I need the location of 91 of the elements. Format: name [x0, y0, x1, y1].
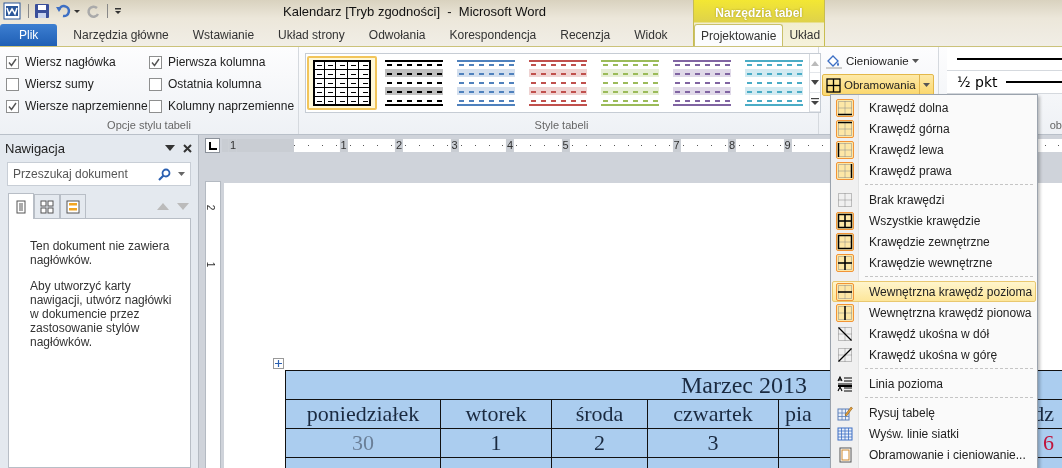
table-cell: czwartek: [647, 399, 779, 429]
table-cell: 30: [285, 428, 441, 458]
group-label: Style tabeli: [533, 119, 590, 133]
list-icon: [14, 199, 28, 214]
menu-item[interactable]: Krawędź dolna: [832, 97, 1036, 118]
table-cell: środa: [551, 399, 648, 429]
menu-item[interactable]: Krawędź ukośna w górę: [832, 344, 1036, 365]
menu-item[interactable]: Krawędzie zewnętrzne: [832, 231, 1036, 252]
ruler-number: 7: [672, 139, 681, 152]
search-icon[interactable]: [158, 168, 171, 181]
ruler-number: 1: [228, 139, 238, 152]
ribbon-tab[interactable]: Plik: [0, 24, 58, 46]
menu-item[interactable]: Obramowanie i cieniowanie...: [832, 444, 1036, 465]
group-label: Opcje stylu tabeli: [106, 119, 192, 133]
menu-item[interactable]: Krawędź prawa: [832, 160, 1036, 181]
tab-stop-icon: [208, 142, 217, 150]
menu-item[interactable]: Krawędź ukośna w dół: [832, 323, 1036, 344]
shading-button[interactable]: Cieniowanie: [822, 51, 922, 71]
ruler-number: 3: [450, 139, 459, 152]
search-field[interactable]: Przeszukaj dokument: [7, 162, 191, 186]
ruler-number: 1: [339, 139, 348, 152]
menu-item[interactable]: Wszystkie krawędzie: [832, 210, 1036, 231]
pane-title: Nawigacja: [5, 140, 65, 156]
table-cell: wtorek: [440, 399, 552, 429]
checkbox[interactable]: [6, 77, 19, 91]
ribbon-tab[interactable]: Narzędzia główne: [61, 24, 181, 46]
ruler-number: 9: [783, 139, 792, 152]
checkbox-label[interactable]: Pierwsza kolumna: [168, 55, 266, 69]
vertical-ruler[interactable]: 2 1: [205, 181, 221, 468]
checkbox-label[interactable]: Wiersze naprzemienne: [25, 99, 148, 113]
thumbnails-icon: [40, 199, 54, 214]
menu-item[interactable]: Brak krawędzi: [832, 189, 1036, 210]
window-title: Kalendarz [Tryb zgodności] - Microsoft Word: [283, 3, 546, 19]
ruler-number: 2: [205, 204, 217, 211]
ribbon-tab[interactable]: Recenzja: [548, 24, 623, 46]
borders-button[interactable]: Obramowania: [822, 74, 934, 96]
up-arrow-icon: [811, 60, 819, 66]
ruler-number: 5: [561, 139, 570, 152]
save-icon[interactable]: [34, 3, 50, 19]
ruler-number: 8: [727, 139, 737, 152]
dropdown-icon[interactable]: [165, 145, 175, 151]
checkbox-label[interactable]: Ostatnia kolumna: [168, 77, 262, 91]
dropdown-icon: [911, 59, 919, 63]
close-icon[interactable]: [183, 143, 192, 153]
group-label: ob: [1049, 119, 1062, 133]
help-text: Aby utworzyć karty nawigacji, utwórz nagłówki w dokumencie przez zastosowanie stylów nagłówków.: [30, 279, 173, 349]
dropdown-icon[interactable]: [922, 83, 930, 87]
tab-selector-button[interactable]: [205, 138, 220, 153]
checkbox-label[interactable]: Wiersz nagłówka: [25, 55, 116, 69]
menu-item[interactable]: Krawędź górna: [832, 118, 1036, 139]
down-arrow-icon: [811, 80, 819, 85]
contextual-tab-header: Narzędzia tabel: [714, 5, 804, 22]
checkbox-label[interactable]: Wiersz sumy: [25, 77, 94, 91]
menu-item[interactable]: Krawędzie wewnętrzne: [832, 252, 1036, 273]
ruler-number: 4: [505, 139, 515, 152]
table-cell: 2: [551, 428, 648, 458]
menu-item[interactable]: Linia pozioma: [832, 373, 1036, 394]
line-weight-dropdown[interactable]: ½ pkt: [947, 71, 1062, 94]
move-handle-icon[interactable]: [273, 358, 284, 369]
table-style-thumbnail[interactable]: [307, 56, 377, 110]
ribbon-tab[interactable]: Układ strony: [266, 24, 357, 46]
menu-item[interactable]: Wewnętrzna krawędź pionowa: [832, 302, 1036, 323]
ribbon-tab[interactable]: Układ: [783, 24, 827, 46]
ruler-number: 1: [205, 261, 217, 268]
word-icon[interactable]: [3, 2, 21, 20]
checkbox-label[interactable]: Kolumny naprzemienne: [168, 99, 295, 113]
checkbox[interactable]: [149, 77, 162, 91]
paint-bucket-icon: [825, 53, 843, 69]
results-icon: [66, 199, 80, 214]
ruler-number: 2: [394, 139, 404, 152]
ribbon-tab[interactable]: Odwołania: [356, 24, 438, 46]
ribbon-tab[interactable]: Korespondencja: [437, 24, 549, 46]
pane-tab[interactable]: [34, 194, 60, 218]
table-cell: poniedziałek: [285, 399, 441, 429]
checkbox[interactable]: [149, 99, 162, 113]
menu-item[interactable]: Wewnętrzna krawędź pozioma: [832, 281, 1036, 302]
grid-icon: [826, 77, 841, 93]
ribbon-tab[interactable]: Widok: [622, 24, 680, 46]
table-cell: 1: [440, 428, 552, 458]
table-cell: 3: [647, 428, 779, 458]
ribbon-tab[interactable]: Projektowanie: [694, 24, 784, 46]
pane-tab[interactable]: [60, 194, 86, 218]
help-text: Ten dokument nie zawiera nagłówków.: [30, 239, 171, 267]
customize-icon[interactable]: [113, 5, 123, 17]
more-icon: [811, 98, 819, 106]
dropdown-icon[interactable]: [178, 172, 185, 176]
checkbox[interactable]: [6, 99, 19, 113]
checkbox[interactable]: [149, 55, 162, 69]
ribbon-tab[interactable]: Wstawianie: [180, 24, 267, 46]
checkbox[interactable]: [6, 55, 19, 69]
undo-icon[interactable]: [55, 3, 81, 19]
